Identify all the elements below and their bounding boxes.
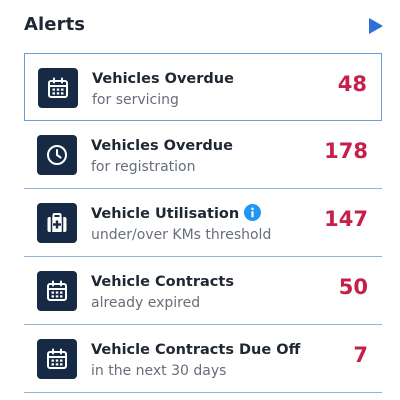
alert-title: Vehicle Contracts Due Off: [91, 342, 301, 358]
alerts-panel: Alerts Vehicles Overdue for servicing 48…: [0, 0, 400, 400]
alert-subtitle: in the next 30 days: [91, 363, 227, 379]
alert-title: Vehicles Overdue: [91, 138, 233, 154]
clock-icon: [37, 135, 77, 175]
alert-count: 147: [324, 207, 368, 231]
alerts-title: Alerts: [24, 14, 86, 35]
alert-row-vehicle-contracts-expired[interactable]: Vehicle Contracts already expired 50: [24, 257, 382, 325]
calendar-icon: [37, 271, 77, 311]
alert-subtitle: for servicing: [92, 92, 179, 108]
alert-title: Vehicle Utilisation: [91, 206, 240, 222]
alerts-list: Vehicles Overdue for servicing 48 Vehicl…: [24, 53, 382, 393]
alert-title: Vehicle Contracts: [91, 274, 234, 290]
alerts-header: Alerts: [24, 14, 384, 42]
alert-row-vehicles-overdue-servicing[interactable]: Vehicles Overdue for servicing 48: [24, 53, 382, 121]
alert-subtitle: already expired: [91, 295, 201, 311]
calendar-icon: [37, 339, 77, 379]
info-icon[interactable]: [244, 204, 262, 221]
first-aid-kit-icon: [37, 203, 77, 243]
alert-count: 50: [338, 275, 368, 299]
alert-row-vehicle-contracts-due[interactable]: Vehicle Contracts Due Off in the next 30…: [24, 325, 382, 393]
alert-count: 48: [337, 72, 367, 96]
alert-count: 178: [324, 139, 368, 163]
alert-title: Vehicles Overdue: [92, 71, 234, 87]
alert-row-vehicles-overdue-registration[interactable]: Vehicles Overdue for registration 178: [24, 121, 382, 189]
alert-row-vehicle-utilisation[interactable]: Vehicle Utilisation under/over KMs thres…: [24, 189, 382, 257]
play-triangle-icon[interactable]: [368, 17, 384, 35]
alert-subtitle: for registration: [91, 159, 196, 175]
calendar-icon: [38, 68, 78, 108]
alert-subtitle: under/over KMs threshold: [91, 227, 272, 243]
alert-count: 7: [353, 343, 368, 367]
